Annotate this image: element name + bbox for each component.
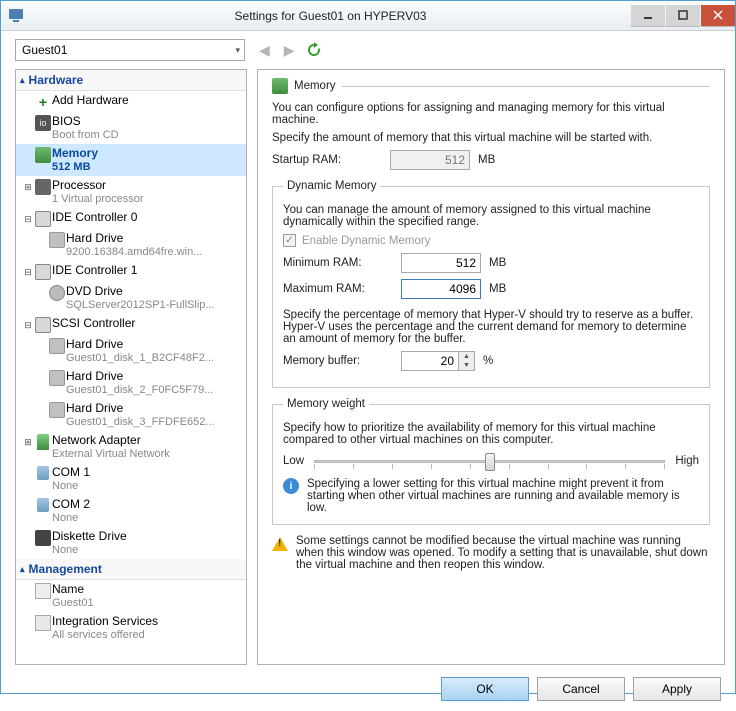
controller-icon [35,264,51,280]
startup-ram-label: Startup RAM: [272,154,382,166]
memory-buffer-input[interactable] [401,351,459,371]
info-text: Specifying a lower setting for this virt… [307,478,699,514]
chip-icon: io [35,115,51,131]
info-icon: i [283,478,299,494]
tree-add-hardware[interactable]: + Add Hardware [16,91,246,112]
apply-button[interactable]: Apply [633,677,721,701]
unit-mb: MB [478,154,495,166]
memory-buffer-spinner[interactable]: ▲▼ [459,351,475,371]
cancel-button[interactable]: Cancel [537,677,625,701]
nav-forward-icon[interactable]: ▶ [280,40,299,61]
controller-icon [35,211,51,227]
harddrive-icon [49,338,65,354]
unit-percent: % [483,355,493,367]
caret-up-icon: ▴ [20,564,25,575]
dialog-buttons: OK Cancel Apply [1,671,735,711]
tree-ide1[interactable]: ⊟ IDE Controller 1 [16,261,246,282]
warning-icon [272,537,288,551]
dynamic-memory-legend: Dynamic Memory [283,180,380,192]
maximum-ram-label: Maximum RAM: [283,283,393,295]
tree-scsi-hd2[interactable]: Hard DriveGuest01_disk_2_F0FC5F79... [16,367,246,399]
panel-heading: Memory [294,80,336,92]
vm-selector[interactable]: Guest01 ▾ [15,39,245,61]
intro-text: You can configure options for assigning … [272,102,710,126]
harddrive-icon [49,402,65,418]
unit-mb: MB [489,257,506,269]
tree-ide1-dvddrive[interactable]: DVD Drive SQLServer2012SP1-FullSlip... [16,282,246,314]
tree-memory[interactable]: Memory 512 MB [16,144,246,176]
tree-name[interactable]: NameGuest01 [16,580,246,612]
tree-bios[interactable]: io BIOS Boot from CD [16,112,246,144]
slider-low-label: Low [283,455,304,467]
harddrive-icon [49,370,65,386]
add-icon: + [35,94,51,110]
dynamic-memory-group: Dynamic Memory You can manage the amount… [272,180,710,388]
tree-ide0[interactable]: ⊟ IDE Controller 0 [16,208,246,229]
top-strip: Guest01 ▾ ◀ ▶ [1,31,735,69]
section-hardware-label: Hardware [29,73,84,87]
minimize-button[interactable] [631,5,665,27]
buffer-desc: Specify the percentage of memory that Hy… [283,309,699,345]
enable-dynamic-memory-checkbox [283,234,296,247]
maximum-ram-input[interactable] [401,279,481,299]
slider-high-label: High [675,455,699,467]
dynamic-memory-desc: You can manage the amount of memory assi… [283,204,699,228]
tree-scsi-hd1[interactable]: Hard DriveGuest01_disk_1_B2CF48F2... [16,335,246,367]
startup-ram-input [390,150,470,170]
tree-network-adapter[interactable]: ⊞ Network AdapterExternal Virtual Networ… [16,431,246,463]
dropdown-arrow-icon: ▾ [235,45,240,56]
memory-weight-group: Memory weight Specify how to prioritize … [272,398,710,525]
memory-weight-legend: Memory weight [283,398,369,410]
cpu-icon [35,179,51,195]
tree-ide0-harddrive[interactable]: Hard Drive 9200.16384.amd64fre.win... [16,229,246,261]
app-icon [1,8,31,24]
memory-icon [272,78,288,94]
section-management[interactable]: ▴ Management [16,559,246,580]
tree-processor[interactable]: ⊞ Processor 1 Virtual processor [16,176,246,208]
enable-dynamic-memory-label: Enable Dynamic Memory [302,235,430,247]
memory-weight-desc: Specify how to prioritize the availabili… [283,422,699,446]
vm-selector-value: Guest01 [22,43,67,57]
com-port-icon [37,498,49,512]
controller-icon [35,317,51,333]
tree-scsi-hd3[interactable]: Hard DriveGuest01_disk_3_FFDFE652... [16,399,246,431]
caret-up-icon: ▴ [20,75,25,86]
tree-com2[interactable]: COM 2None [16,495,246,527]
tree-integration-services[interactable]: Integration ServicesAll services offered [16,612,246,644]
minimum-ram-label: Minimum RAM: [283,257,393,269]
name-icon [35,583,51,599]
section-hardware[interactable]: ▴ Hardware [16,70,246,91]
window-title: Settings for Guest01 on HYPERV03 [31,9,630,23]
dvd-icon [49,285,65,301]
settings-tree[interactable]: ▴ Hardware + Add Hardware io BIOS Boot f… [15,69,247,665]
ok-button[interactable]: OK [441,677,529,701]
titlebar: Settings for Guest01 on HYPERV03 [1,1,735,31]
memory-buffer-label: Memory buffer: [283,355,393,367]
harddrive-icon [49,232,65,248]
unit-mb: MB [489,283,506,295]
memory-icon [35,147,51,163]
com-port-icon [37,466,49,480]
refresh-icon[interactable] [305,41,323,59]
tree-com1[interactable]: COM 1None [16,463,246,495]
tree-scsi[interactable]: ⊟ SCSI Controller [16,314,246,335]
maximize-button[interactable] [666,5,700,27]
memory-settings-panel: Memory You can configure options for ass… [257,69,725,665]
startup-desc: Specify the amount of memory that this v… [272,132,710,144]
warning-text: Some settings cannot be modified because… [296,535,710,571]
memory-weight-slider[interactable] [314,452,665,470]
close-button[interactable] [701,5,735,27]
floppy-icon [35,530,51,546]
slider-thumb[interactable] [485,453,495,471]
network-icon [37,434,49,450]
section-management-label: Management [29,562,102,576]
nav-back-icon[interactable]: ◀ [255,40,274,61]
minimum-ram-input[interactable] [401,253,481,273]
tree-diskette[interactable]: Diskette DriveNone [16,527,246,559]
integration-icon [35,615,51,631]
